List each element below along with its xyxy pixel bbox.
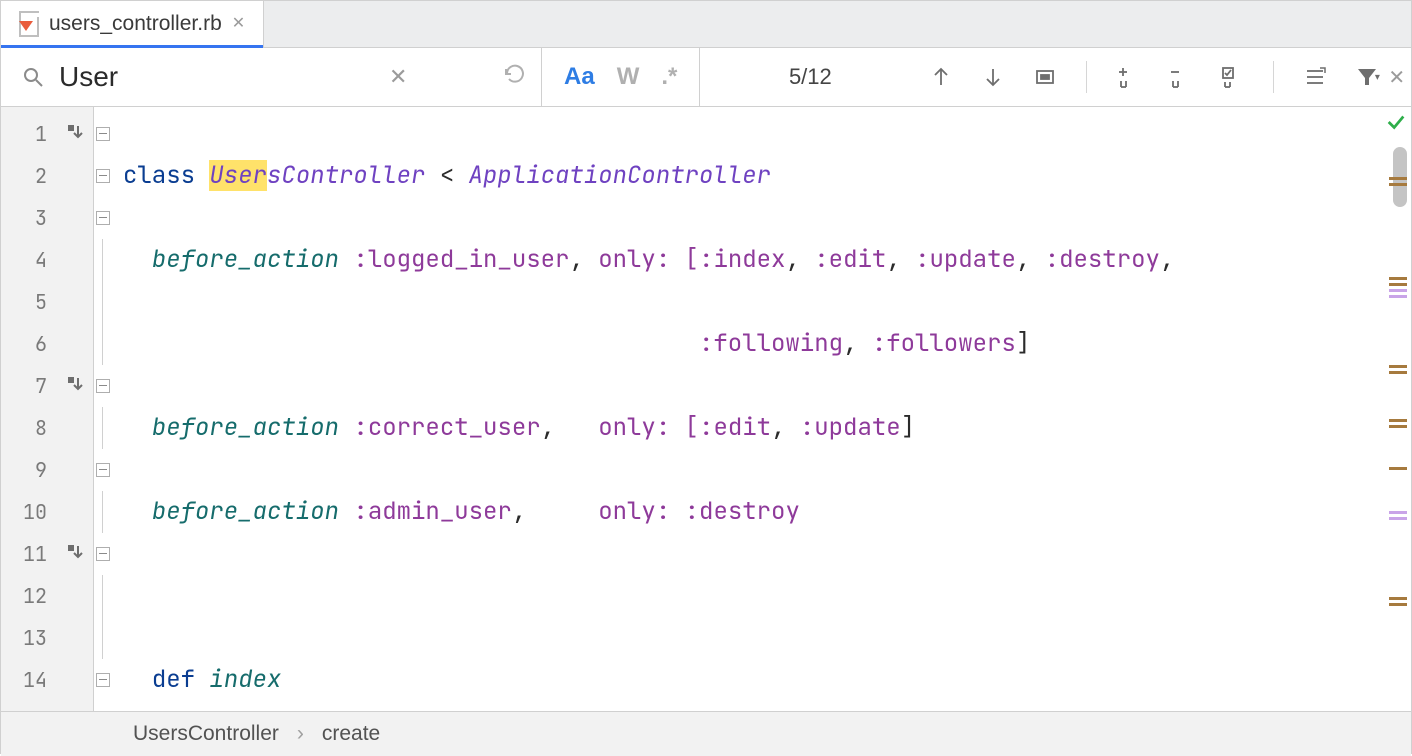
breadcrumb-bar: UsersController › create bbox=[1, 711, 1411, 756]
stripe-marker[interactable] bbox=[1389, 289, 1407, 292]
next-match-button[interactable] bbox=[972, 58, 1014, 96]
fold-toggle-icon[interactable] bbox=[96, 379, 110, 393]
stripe-marker[interactable] bbox=[1389, 283, 1407, 286]
search-input[interactable] bbox=[57, 60, 381, 94]
stripe-marker[interactable] bbox=[1389, 597, 1407, 600]
stripe-marker[interactable] bbox=[1389, 371, 1407, 374]
chevron-right-icon: › bbox=[297, 722, 304, 746]
filter-button[interactable]: ▾ bbox=[1346, 58, 1388, 96]
fold-toggle-icon[interactable] bbox=[96, 463, 110, 477]
add-selection-button[interactable] bbox=[1107, 58, 1149, 96]
breadcrumb-item[interactable]: UsersController bbox=[133, 722, 279, 746]
regex-toggle[interactable]: .* bbox=[661, 63, 677, 91]
select-all-button[interactable] bbox=[1024, 58, 1066, 96]
file-tab-active[interactable]: users_controller.rb ✕ bbox=[1, 1, 264, 47]
stripe-marker[interactable] bbox=[1389, 517, 1407, 520]
find-toolbar: ✕ Aa W .* 5/12 ▾ ✕ bbox=[1, 48, 1411, 107]
stripe-marker[interactable] bbox=[1389, 365, 1407, 368]
clear-search-icon[interactable]: ✕ bbox=[381, 64, 415, 90]
overrides-icon[interactable] bbox=[66, 543, 84, 566]
inspection-ok-icon bbox=[1385, 111, 1407, 138]
stripe-marker[interactable] bbox=[1389, 183, 1407, 186]
fold-gutter bbox=[93, 107, 117, 711]
match-case-toggle[interactable]: Aa bbox=[564, 63, 595, 91]
code-editor[interactable]: 1 2 3 4 5 6 7 8 9 10 11 12 13 14 bbox=[1, 107, 1411, 711]
fold-toggle-icon[interactable] bbox=[96, 547, 110, 561]
overrides-icon[interactable] bbox=[66, 375, 84, 398]
search-icon bbox=[21, 65, 45, 89]
editor-tab-bar: users_controller.rb ✕ bbox=[1, 1, 1411, 48]
stripe-marker[interactable] bbox=[1389, 425, 1407, 428]
close-tab-icon[interactable]: ✕ bbox=[232, 16, 245, 32]
error-stripe[interactable] bbox=[1385, 107, 1411, 711]
words-toggle[interactable]: W bbox=[617, 63, 640, 91]
search-history-icon[interactable] bbox=[489, 63, 541, 92]
stripe-marker[interactable] bbox=[1389, 177, 1407, 180]
close-find-bar-icon[interactable]: ✕ bbox=[1388, 65, 1405, 90]
stripe-marker[interactable] bbox=[1389, 511, 1407, 514]
breadcrumb-item[interactable]: create bbox=[322, 722, 380, 746]
stripe-marker[interactable] bbox=[1389, 603, 1407, 606]
stripe-marker[interactable] bbox=[1389, 295, 1407, 298]
remove-selection-button[interactable] bbox=[1159, 58, 1201, 96]
filter-lines-button[interactable] bbox=[1294, 58, 1336, 96]
fold-toggle-icon[interactable] bbox=[96, 211, 110, 225]
overrides-icon[interactable] bbox=[66, 123, 84, 146]
select-all-occurrences-button[interactable] bbox=[1211, 58, 1253, 96]
fold-toggle-icon[interactable] bbox=[96, 169, 110, 183]
line-number-gutter: 1 2 3 4 5 6 7 8 9 10 11 12 13 14 bbox=[1, 107, 57, 711]
prev-match-button[interactable] bbox=[920, 58, 962, 96]
fold-toggle-icon[interactable] bbox=[96, 673, 110, 687]
stripe-marker[interactable] bbox=[1389, 419, 1407, 422]
tab-filename: users_controller.rb bbox=[49, 12, 222, 36]
match-count: 5/12 bbox=[700, 64, 920, 90]
fold-toggle-icon[interactable] bbox=[96, 127, 110, 141]
code-content[interactable]: class UsersController < ApplicationContr… bbox=[117, 107, 1385, 711]
ruby-file-icon bbox=[19, 11, 39, 37]
stripe-marker[interactable] bbox=[1389, 467, 1407, 470]
gutter-icons bbox=[57, 107, 93, 711]
stripe-marker[interactable] bbox=[1389, 277, 1407, 280]
